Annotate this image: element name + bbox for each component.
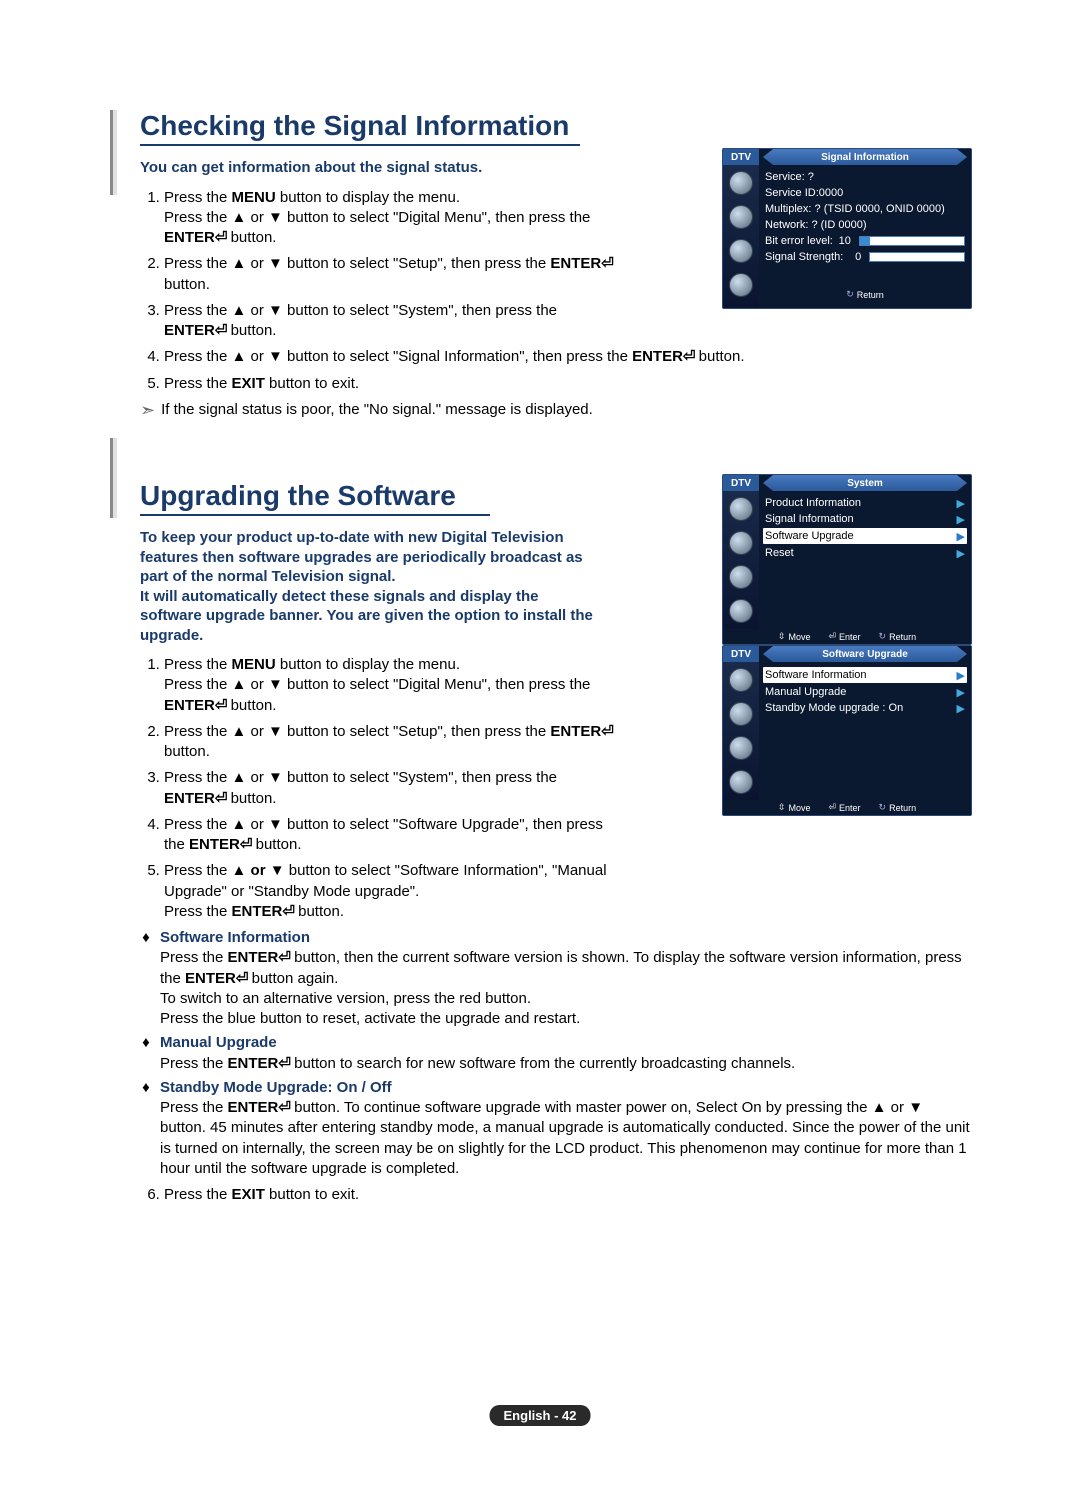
enter-icon: ⏎ (240, 836, 252, 853)
enter-icon: ⏎ (601, 723, 613, 740)
section1-title: Checking the Signal Information (140, 110, 580, 146)
osd-menu-item[interactable]: Manual Upgrade (765, 686, 953, 698)
section2-intro: To keep your product up-to-date with new… (140, 528, 600, 645)
step-5: Press the EXIT button to exit. (164, 374, 970, 394)
osd-title: System (763, 475, 967, 491)
bullet-standby-mode-upgrade: ♦ Standby Mode Upgrade: On / Off Press t… (140, 1078, 970, 1179)
page-footer: English - 42 (490, 1405, 591, 1426)
osd-bit-error-bar (859, 236, 965, 246)
section1-note: ➣ If the signal status is poor, the "No … (140, 400, 970, 420)
enter-icon: ⏎ (828, 631, 836, 642)
osd-signal-information: DTV Signal Information Service: ? Servic… (722, 148, 972, 309)
section1-intro: You can get information about the signal… (140, 158, 600, 178)
osd-menu-item[interactable]: Signal Information (765, 513, 953, 525)
note-arrow-icon: ➣ (140, 401, 155, 419)
osd-move-hint: ⇳Move (778, 802, 811, 813)
enter-icon: ⏎ (215, 697, 227, 714)
osd-side-icon (729, 702, 753, 726)
s2-step-2: Press the ▲ or ▼ button to select "Setup… (164, 722, 614, 763)
section-marker (110, 438, 117, 518)
s2-step-4: Press the ▲ or ▼ button to select "Softw… (164, 815, 614, 856)
osd-side-icon (729, 497, 753, 521)
osd-bit-error-value: 10 (837, 235, 851, 247)
osd-side-icon (729, 565, 753, 589)
osd-bit-error-label: Bit error level: (765, 235, 833, 247)
osd-move-hint: ⇳Move (778, 631, 811, 642)
osd-return-hint: ↻Return (879, 631, 917, 642)
osd-row: Network: ? (ID 0000) (765, 219, 965, 231)
osd-side-icon (729, 736, 753, 760)
osd-side-icon (729, 531, 753, 555)
osd-menu-item-selected[interactable]: Software Information (765, 669, 953, 681)
diamond-icon: ♦ (140, 1033, 152, 1074)
updown-icon: ⇳ (778, 631, 786, 642)
s2-step-1: Press the MENU button to display the men… (164, 655, 614, 716)
osd-side-icon (729, 668, 753, 692)
updown-icon: ⇳ (778, 802, 786, 813)
step-3: Press the ▲ or ▼ button to select "Syste… (164, 301, 614, 342)
osd-menu-item-selected[interactable]: Software Upgrade (765, 530, 953, 542)
enter-icon: ⏎ (215, 229, 227, 246)
osd-title: Signal Information (763, 149, 967, 165)
enter-icon: ⏎ (215, 790, 227, 807)
chevron-right-icon: ▶ (957, 547, 965, 560)
osd-side-icon (729, 273, 753, 297)
step-4: Press the ▲ or ▼ button to select "Signa… (164, 347, 970, 367)
enter-icon: ⏎ (215, 322, 227, 339)
enter-icon: ⏎ (282, 903, 294, 920)
enter-icon: ⏎ (236, 970, 248, 987)
s2-step-3: Press the ▲ or ▼ button to select "Syste… (164, 768, 614, 809)
osd-side-icon (729, 770, 753, 794)
chevron-right-icon: ▶ (957, 686, 965, 699)
osd-row: Service ID:0000 (765, 187, 965, 199)
osd-row: Multiplex: ? (TSID 0000, ONID 0000) (765, 203, 965, 215)
osd-signal-strength-bar (869, 252, 965, 262)
section2-title: Upgrading the Software (140, 480, 490, 516)
bullet-software-information: ♦ Software Information Press the ENTER⏎ … (140, 928, 970, 1029)
chevron-right-icon: ▶ (957, 702, 965, 715)
section-marker (110, 110, 117, 195)
osd-enter-hint: ⏎Enter (828, 802, 860, 813)
osd-signal-strength-label: Signal Strength: (765, 251, 843, 263)
osd-dtv-badge: DTV (723, 475, 759, 491)
osd-side-icon (729, 171, 753, 195)
chevron-right-icon: ▶ (957, 669, 965, 682)
chevron-right-icon: ▶ (957, 513, 965, 526)
enter-icon: ⏎ (278, 1099, 290, 1116)
chevron-right-icon: ▶ (957, 497, 965, 510)
diamond-icon: ♦ (140, 928, 152, 1029)
enter-icon: ⏎ (828, 802, 836, 813)
osd-row: Service: ? (765, 171, 965, 183)
enter-icon: ⏎ (278, 949, 290, 966)
osd-side-icon (729, 205, 753, 229)
osd-menu-item[interactable]: Product Information (765, 497, 953, 509)
osd-signal-strength-value: 0 (847, 251, 861, 263)
osd-return-hint: ↻Return (846, 289, 884, 300)
return-icon: ↻ (879, 631, 887, 642)
s2-step-5: Press the ▲ or ▼ button to select "Softw… (164, 861, 614, 922)
osd-menu-item[interactable]: Standby Mode upgrade : On (765, 702, 953, 714)
osd-software-upgrade: DTV Software Upgrade Software Informatio… (722, 645, 972, 816)
s2-step-6: Press the EXIT button to exit. (164, 1185, 970, 1205)
osd-side-icon (729, 239, 753, 263)
enter-icon: ⏎ (683, 348, 695, 365)
chevron-right-icon: ▶ (957, 530, 965, 543)
osd-dtv-badge: DTV (723, 646, 759, 662)
bullet-manual-upgrade: ♦ Manual Upgrade Press the ENTER⏎ button… (140, 1033, 970, 1074)
diamond-icon: ♦ (140, 1078, 152, 1179)
osd-system: DTV System Product Information ▶ Signal I… (722, 474, 972, 645)
step-1: Press the MENU button to display the men… (164, 188, 614, 249)
return-icon: ↻ (846, 289, 854, 300)
osd-side-icon (729, 599, 753, 623)
enter-icon: ⏎ (278, 1055, 290, 1072)
return-icon: ↻ (879, 802, 887, 813)
step-2: Press the ▲ or ▼ button to select "Setup… (164, 254, 614, 295)
osd-dtv-badge: DTV (723, 149, 759, 165)
osd-enter-hint: ⏎Enter (828, 631, 860, 642)
osd-title: Software Upgrade (763, 646, 967, 662)
enter-icon: ⏎ (601, 255, 613, 272)
osd-menu-item[interactable]: Reset (765, 547, 953, 559)
osd-return-hint: ↻Return (879, 802, 917, 813)
